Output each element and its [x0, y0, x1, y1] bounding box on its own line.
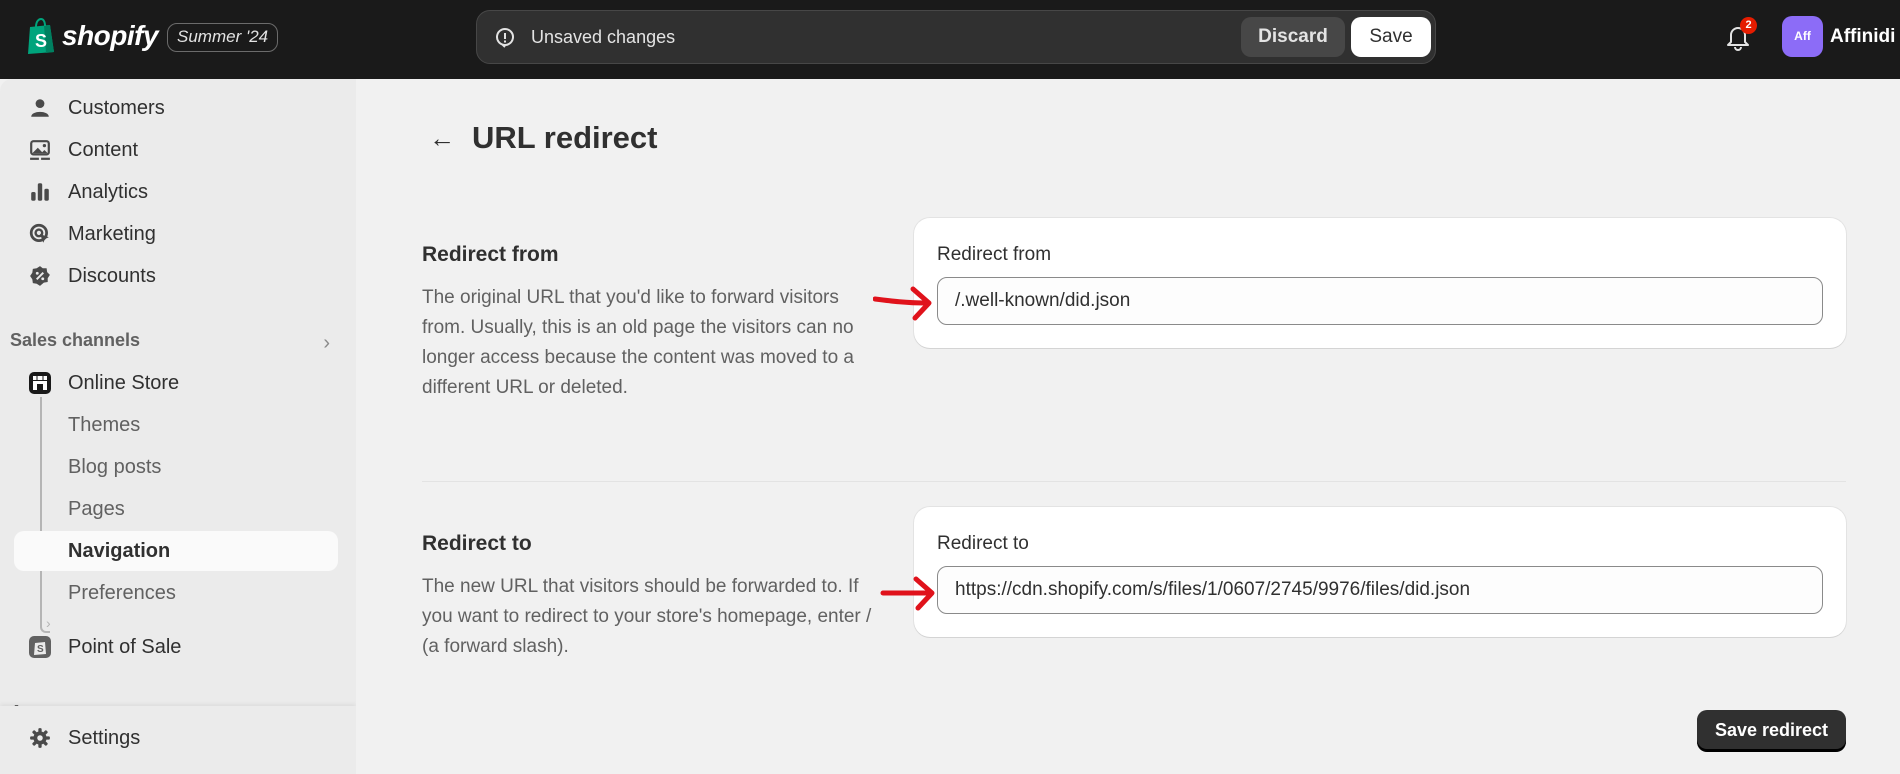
sidebar-subitem-label: Blog posts	[68, 455, 162, 478]
annotation-arrow-icon	[873, 286, 932, 321]
sidebar-item-analytics[interactable]: Analytics	[14, 172, 338, 212]
store-icon	[29, 372, 51, 394]
sidebar-subitem-pages[interactable]: Pages	[14, 489, 338, 529]
sidebar-subitem-blog-posts[interactable]: Blog posts	[14, 447, 338, 487]
redirect-to-label: Redirect to	[937, 533, 1029, 554]
sidebar-subitem-label: Themes	[68, 413, 141, 436]
sidebar-subitem-preferences[interactable]: Preferences	[14, 573, 338, 613]
sidebar-item-label: Marketing	[68, 222, 156, 245]
sidebar-item-label: Analytics	[68, 180, 149, 203]
edition-badge: Summer '24	[167, 23, 279, 52]
shopify-bag-icon: S	[28, 18, 54, 54]
gear-icon	[30, 728, 50, 748]
account-name[interactable]: Affinidi	[1830, 26, 1895, 48]
sidebar-item-label: Content	[68, 138, 139, 161]
sidebar-item-online-store[interactable]: Online Store	[14, 363, 338, 403]
sidebar-item-customers[interactable]: Customers	[14, 88, 338, 128]
bar-chart-icon	[31, 183, 49, 201]
redirect-from-label: Redirect from	[937, 244, 1052, 265]
chevron-right-icon[interactable]: ›	[323, 332, 330, 355]
sidebar-subitem-label: Preferences	[68, 581, 176, 604]
sidebar-item-label: Discounts	[68, 264, 156, 287]
discard-button[interactable]: Discard	[1241, 17, 1345, 57]
sidebar: Customers Content Analytics Marketing Di…	[0, 79, 356, 774]
sidebar-item-content[interactable]: Content	[14, 130, 338, 170]
redirect-to-description: The new URL that visitors should be forw…	[422, 576, 872, 657]
settings-footer: Settings	[0, 706, 356, 774]
person-icon	[31, 99, 49, 117]
sidebar-item-marketing[interactable]: Marketing	[14, 214, 338, 254]
back-arrow-icon[interactable]: ←	[422, 118, 462, 158]
brand-name: shopify	[62, 20, 159, 51]
unsaved-changes-text: Unsaved changes	[531, 27, 676, 47]
redirect-from-description: The original URL that you'd like to forw…	[422, 287, 854, 398]
redirect-to-input[interactable]	[937, 566, 1823, 614]
redirect-from-title: Redirect from	[422, 243, 559, 266]
svg-text:S: S	[37, 644, 44, 655]
sidebar-subitem-label: Navigation	[68, 539, 171, 562]
section-divider	[422, 481, 1846, 482]
sidebar-item-point-of-sale[interactable]: S Point of Sale	[14, 627, 338, 667]
sales-channels-header[interactable]: Sales channels ›	[10, 330, 330, 360]
pos-bag-icon: S	[29, 636, 51, 658]
sidebar-subitem-navigation[interactable]: Navigation	[14, 531, 338, 571]
sidebar-item-label: Settings	[68, 726, 141, 749]
save-button[interactable]: Save	[1351, 17, 1431, 57]
redirect-to-card: Redirect to	[914, 507, 1846, 637]
annotation-arrow-icon	[880, 576, 935, 611]
sidebar-item-settings[interactable]: Settings	[14, 718, 338, 758]
avatar[interactable]: Aff	[1782, 16, 1823, 57]
sidebar-item-label: Point of Sale	[68, 635, 182, 658]
unsaved-changes-bar: Unsaved changes Discard Save	[476, 10, 1436, 64]
notification-badge: 2	[1740, 17, 1757, 34]
sidebar-subitem-label: Pages	[68, 497, 125, 520]
redirect-from-card: Redirect from	[914, 218, 1846, 348]
shopify-logo[interactable]: S shopify	[26, 18, 159, 54]
sidebar-subitem-themes[interactable]: Themes	[14, 405, 338, 445]
top-bar: S shopify Summer '24 Unsaved changes Dis…	[0, 0, 1900, 79]
sidebar-item-discounts[interactable]: Discounts	[14, 256, 338, 296]
page-header: ← URL redirect	[422, 118, 658, 158]
sales-channels-label: Sales channels	[10, 330, 141, 350]
redirect-to-title: Redirect to	[422, 532, 532, 555]
redirect-from-input[interactable]	[937, 277, 1823, 325]
page-title: URL redirect	[472, 120, 658, 155]
alert-bubble-icon	[496, 27, 514, 48]
discount-icon	[30, 266, 50, 286]
image-icon	[30, 140, 50, 160]
target-icon	[29, 223, 49, 243]
sidebar-item-label: Customers	[68, 96, 165, 119]
save-redirect-button[interactable]: Save redirect	[1697, 710, 1846, 751]
sidebar-item-label: Online Store	[68, 371, 180, 394]
svg-text:S: S	[35, 31, 47, 51]
